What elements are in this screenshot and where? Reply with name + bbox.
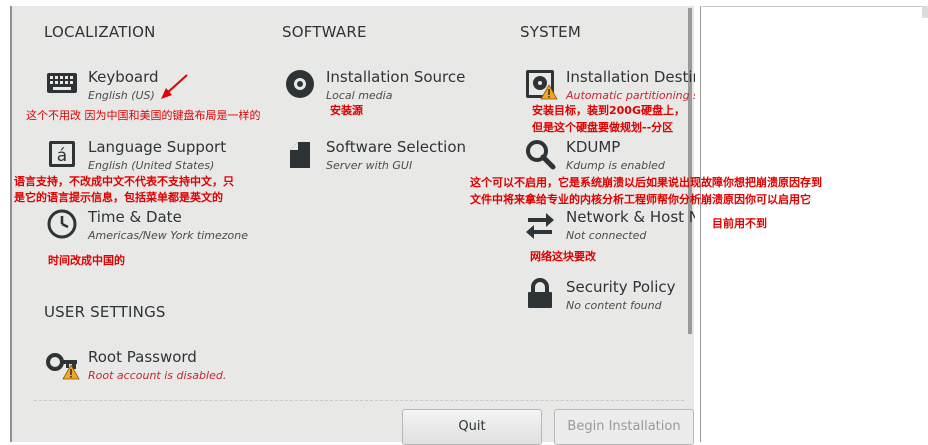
security-title: Security Policy (566, 278, 676, 296)
language-status: English (United States) (88, 159, 215, 172)
annotation-language-1: 语言支持，不改成中文不代表不支持中文，只 (14, 175, 234, 188)
warning-icon (62, 364, 80, 380)
kdump-status: Kdump is enabled (566, 159, 665, 172)
annotation-network: 网络这块要改 (530, 250, 596, 263)
section-user-settings: USER SETTINGS (44, 303, 166, 321)
software-selection-status: Server with GUI (326, 159, 413, 172)
network-title: Network & Host Name (566, 208, 695, 226)
spoke-software-selection[interactable]: Software Selection Server with GUI (284, 138, 504, 178)
magnifier-icon (526, 140, 556, 170)
annotation-kdump-2: 文件中将来拿给专业的内核分析工程师帮你分析崩溃原因你可以启用它 (470, 193, 811, 206)
annotation-time: 时间改成中国的 (48, 254, 125, 267)
kdump-title: KDUMP (566, 138, 621, 156)
spoke-kdump[interactable]: KDUMP Kdump is enabled (524, 138, 694, 178)
section-system: SYSTEM (520, 23, 581, 41)
root-title: Root Password (88, 348, 197, 366)
keyboard-icon (47, 73, 77, 93)
install-source-title: Installation Source (326, 68, 466, 86)
network-status: Not connected (566, 229, 647, 242)
spoke-keyboard[interactable]: Keyboard English (US) (46, 68, 266, 108)
language-title: Language Support (88, 138, 227, 156)
install-source-status: Local media (326, 89, 393, 102)
spoke-language-support[interactable]: á Language Support English (United State… (46, 138, 266, 178)
annotation-arrow (161, 74, 188, 99)
annotation-keyboard: 这个不用改 因为中国和美国的键盘布局是一样的 (26, 109, 261, 122)
svg-text:á: á (57, 146, 67, 166)
package-icon (290, 142, 310, 168)
window-scroll-indicator[interactable] (922, 6, 928, 18)
install-dest-status: Automatic partitioning selected (566, 89, 695, 102)
clock-icon (47, 209, 77, 239)
time-title: Time & Date (88, 208, 182, 226)
annotation-language-2: 是它的语言提示信息，包括菜单都是英文的 (14, 191, 223, 204)
annotation-install-dest-1: 安装目标，装到200G硬盘上， (532, 104, 685, 117)
disc-icon (286, 70, 314, 98)
security-status: No content found (566, 299, 662, 312)
annotation-install-source: 安装源 (330, 104, 363, 117)
spoke-security-policy[interactable]: Security Policy No content found (524, 278, 694, 318)
quit-button[interactable]: Quit (402, 409, 542, 445)
keyboard-title: Keyboard (88, 68, 159, 86)
annotation-kdump-3: 目前用不到 (712, 217, 767, 230)
root-status: Root account is disabled. (88, 369, 227, 382)
spoke-root-password[interactable]: Root Password Root account is disabled. (46, 348, 266, 388)
begin-installation-button[interactable]: Begin Installation (554, 409, 694, 445)
section-software: SOFTWARE (282, 23, 367, 41)
warning-icon (540, 84, 558, 100)
lock-icon (528, 278, 552, 308)
network-arrows-icon (526, 213, 554, 239)
spoke-installation-destination[interactable]: Installation Destination Automatic parti… (524, 68, 695, 108)
window-divider (700, 6, 701, 442)
spoke-network[interactable]: Network & Host Name Not connected (524, 208, 695, 248)
section-localization: LOCALIZATION (44, 23, 156, 41)
annotation-install-dest-2: 但是这个硬盘要做规划--分区 (532, 121, 674, 134)
time-status: Americas/New York timezone (88, 229, 249, 242)
annotation-kdump-1: 这个可以不启用，它是系统崩溃以后如果说出现故障你想把崩溃原因存到 (470, 176, 822, 189)
software-selection-title: Software Selection (326, 138, 467, 156)
install-dest-title: Installation Destination (566, 68, 695, 86)
language-icon: á (49, 141, 75, 167)
network-clip: Network & Host Name Not connected (520, 204, 695, 254)
footer-divider (34, 400, 684, 401)
keyboard-status: English (US) (88, 89, 155, 102)
spoke-installation-source[interactable]: Installation Source Local media (284, 68, 504, 108)
window-top-border (700, 6, 928, 7)
spoke-time-date[interactable]: Time & Date Americas/New York timezone (46, 208, 266, 248)
